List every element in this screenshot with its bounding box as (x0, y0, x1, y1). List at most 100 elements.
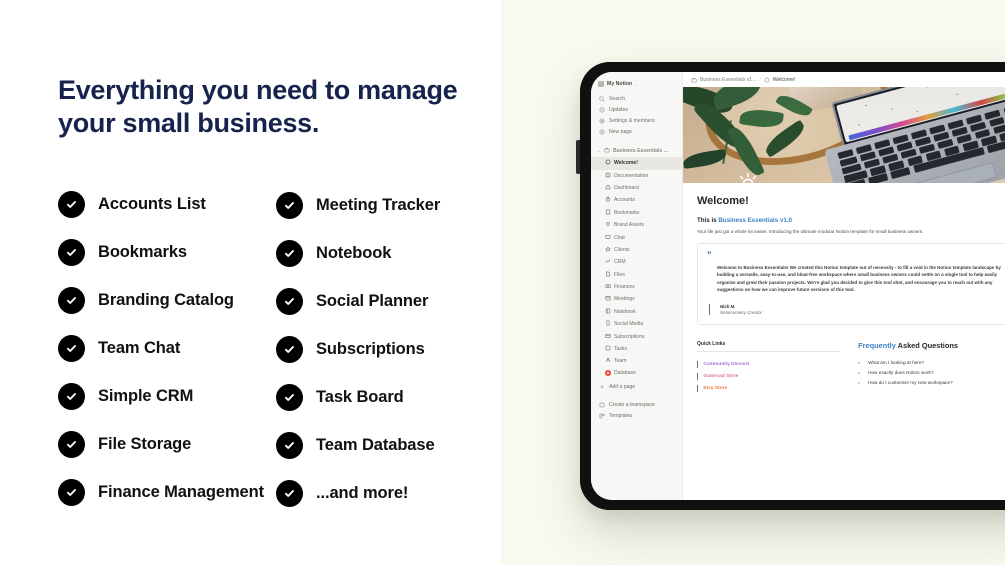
sidebar-item-label: New page (609, 128, 632, 135)
sidebar-add-page[interactable]: Add a page (591, 382, 682, 393)
sidebar-section-label: Business Essentials ... (613, 147, 668, 154)
sidebar-item-database[interactable]: › Database (591, 368, 682, 378)
updates-icon (599, 107, 605, 113)
sidebar-item-label: Search (609, 96, 626, 103)
faq-title: Frequently Asked Questions (858, 341, 1005, 350)
sidebar-item-tasks[interactable]: › Tasks (591, 343, 682, 355)
chevron-right-icon[interactable]: ▸ (858, 360, 863, 365)
sidebar-item-documentation[interactable]: › Documentation (591, 170, 682, 182)
sidebar-templates[interactable]: Templates (591, 410, 682, 421)
feature-item: Meeting Tracker (276, 181, 488, 229)
chevron-right-icon[interactable]: ▸ (858, 370, 863, 375)
sidebar-item-label: Accounts (614, 197, 635, 204)
feature-label: Simple CRM (98, 386, 194, 405)
sidebar-item-crm[interactable]: › CRM (591, 256, 682, 268)
book-icon (605, 172, 611, 180)
sidebar-item-files[interactable]: › Files (591, 269, 682, 281)
quick-link-label[interactable]: Etsy Store (703, 386, 727, 391)
sidebar-item-label: Chat (614, 234, 625, 241)
breadcrumb-current[interactable]: Welcome! (773, 77, 796, 83)
quick-link-item[interactable]: Community Discord (697, 358, 840, 370)
page-icon (764, 77, 770, 83)
sidebar-item-label: Documentation (614, 172, 649, 179)
chevron-right-icon[interactable]: ▸ (858, 380, 863, 385)
sidebar-item-label: Clients (614, 246, 630, 253)
plus-icon (599, 384, 605, 390)
breadcrumb-parent[interactable]: Business Essentials v1... (700, 77, 756, 83)
quick-link-item[interactable]: Etsy Store (697, 382, 840, 394)
sidebar-section-header[interactable]: ⌄ Business Essentials ... (591, 144, 682, 157)
sidebar-item-clients[interactable]: › Clients (591, 244, 682, 256)
workspace-switcher[interactable]: My Notion ⌄ (591, 78, 682, 94)
sidebar-item-subscriptions[interactable]: › Subscriptions (591, 330, 682, 342)
quick-link-label[interactable]: Gumroad Store (703, 374, 738, 379)
feature-label: Accounts List (98, 194, 206, 213)
chevron-right-icon: › (599, 223, 601, 228)
page-title: Everything you need to manage your small… (58, 74, 458, 140)
sidebar-item-updates[interactable]: Updates (591, 105, 682, 116)
notion-sidebar: My Notion ⌄ Search Updates Settings & me… (591, 72, 683, 500)
sidebar-item-notebook[interactable]: › Notebook (591, 306, 682, 318)
sidebar-item-new-page[interactable]: New page (591, 126, 682, 137)
faq-toggle-item[interactable]: ▸ How do I customize my new workspace? (858, 377, 1005, 387)
sidebar-item-label: Database (614, 369, 636, 376)
chevron-right-icon: › (599, 272, 601, 277)
sidebar-item-finances[interactable]: › Finances (591, 281, 682, 293)
quick-link-item[interactable]: Gumroad Store (697, 370, 840, 382)
feature-item: Finance Management (58, 468, 276, 516)
chevron-right-icon: › (599, 260, 601, 265)
feature-item: Subscriptions (276, 325, 488, 373)
feature-item: Social Planner (276, 277, 488, 325)
link-bar-icon (697, 384, 699, 392)
sidebar-item-search[interactable]: Search (591, 94, 682, 105)
calendar-icon (605, 295, 611, 303)
chevron-right-icon: › (599, 346, 601, 351)
feature-item: Bookmarks (58, 228, 276, 276)
sidebar-footer: Add a page Create a teamspace Templates (591, 382, 682, 421)
sidebar-item-brand-assets[interactable]: › Brand Assets (591, 219, 682, 231)
quick-links-title: Quick Links (697, 341, 841, 353)
star-icon (605, 246, 611, 254)
faq-toggle-item[interactable]: ▸ What am I looking at here? (858, 357, 1005, 367)
faq-question: How do I customize my new workspace? (868, 380, 953, 386)
page-body: Welcome! This is Business Essentials v1.… (683, 183, 1005, 394)
check-circle-icon (276, 479, 303, 507)
search-icon (599, 96, 605, 103)
sidebar-item-accounts[interactable]: › Accounts (591, 194, 682, 206)
sidebar-item-bookmarks[interactable]: › Bookmarks (591, 207, 682, 219)
chevron-right-icon: › (599, 370, 601, 375)
feature-list: Accounts List Bookmarks Branding Catalog… (58, 180, 488, 517)
notebook-icon (605, 308, 611, 316)
sidebar-item-settings[interactable]: Settings & members (591, 116, 682, 127)
quote-role: Notionometry Creator (720, 310, 762, 316)
chevron-right-icon: › (599, 161, 601, 166)
sidebar-item-dashboard[interactable]: › Dashboard (591, 182, 682, 194)
feature-column-right: Meeting Tracker Notebook Social Planner … (276, 180, 488, 517)
chevron-right-icon: › (599, 359, 601, 364)
chevron-down-icon: ⌄ (597, 148, 601, 153)
sidebar-create-teamspace[interactable]: Create a teamspace (591, 400, 682, 411)
briefcase-icon (604, 147, 610, 155)
sidebar-item-label: Brand Assets (614, 222, 645, 229)
sidebar-item-team[interactable]: › Team (591, 355, 682, 367)
sidebar-item-label: Create a teamspace (609, 402, 655, 409)
chevron-right-icon: › (599, 247, 601, 252)
check-circle-icon (276, 431, 303, 459)
tablet-mockup: My Notion ⌄ Search Updates Settings & me… (580, 62, 1005, 510)
faq-toggle-item[interactable]: ▸ How exactly does Notion work? (858, 367, 1005, 377)
feature-label: Notebook (316, 243, 392, 262)
chevron-right-icon: › (599, 235, 601, 240)
quote-text: Welcome to Business Essentials! We creat… (717, 264, 1001, 293)
sidebar-item-social-media[interactable]: › Social Media (591, 318, 682, 330)
settings-icon (599, 118, 605, 124)
feature-label: Task Board (316, 387, 404, 406)
sidebar-item-welcome[interactable]: › Welcome! (591, 157, 682, 170)
sidebar-item-label: Files (614, 271, 625, 278)
sidebar-item-chat[interactable]: › Chat (591, 231, 682, 243)
faq-question: How exactly does Notion work? (868, 369, 934, 375)
check-circle-icon (58, 238, 85, 266)
quick-link-label[interactable]: Community Discord (703, 362, 749, 367)
feature-label: Meeting Tracker (316, 195, 441, 214)
feature-label: Subscriptions (316, 339, 425, 358)
sidebar-item-meetings[interactable]: › Meetings (591, 293, 682, 305)
